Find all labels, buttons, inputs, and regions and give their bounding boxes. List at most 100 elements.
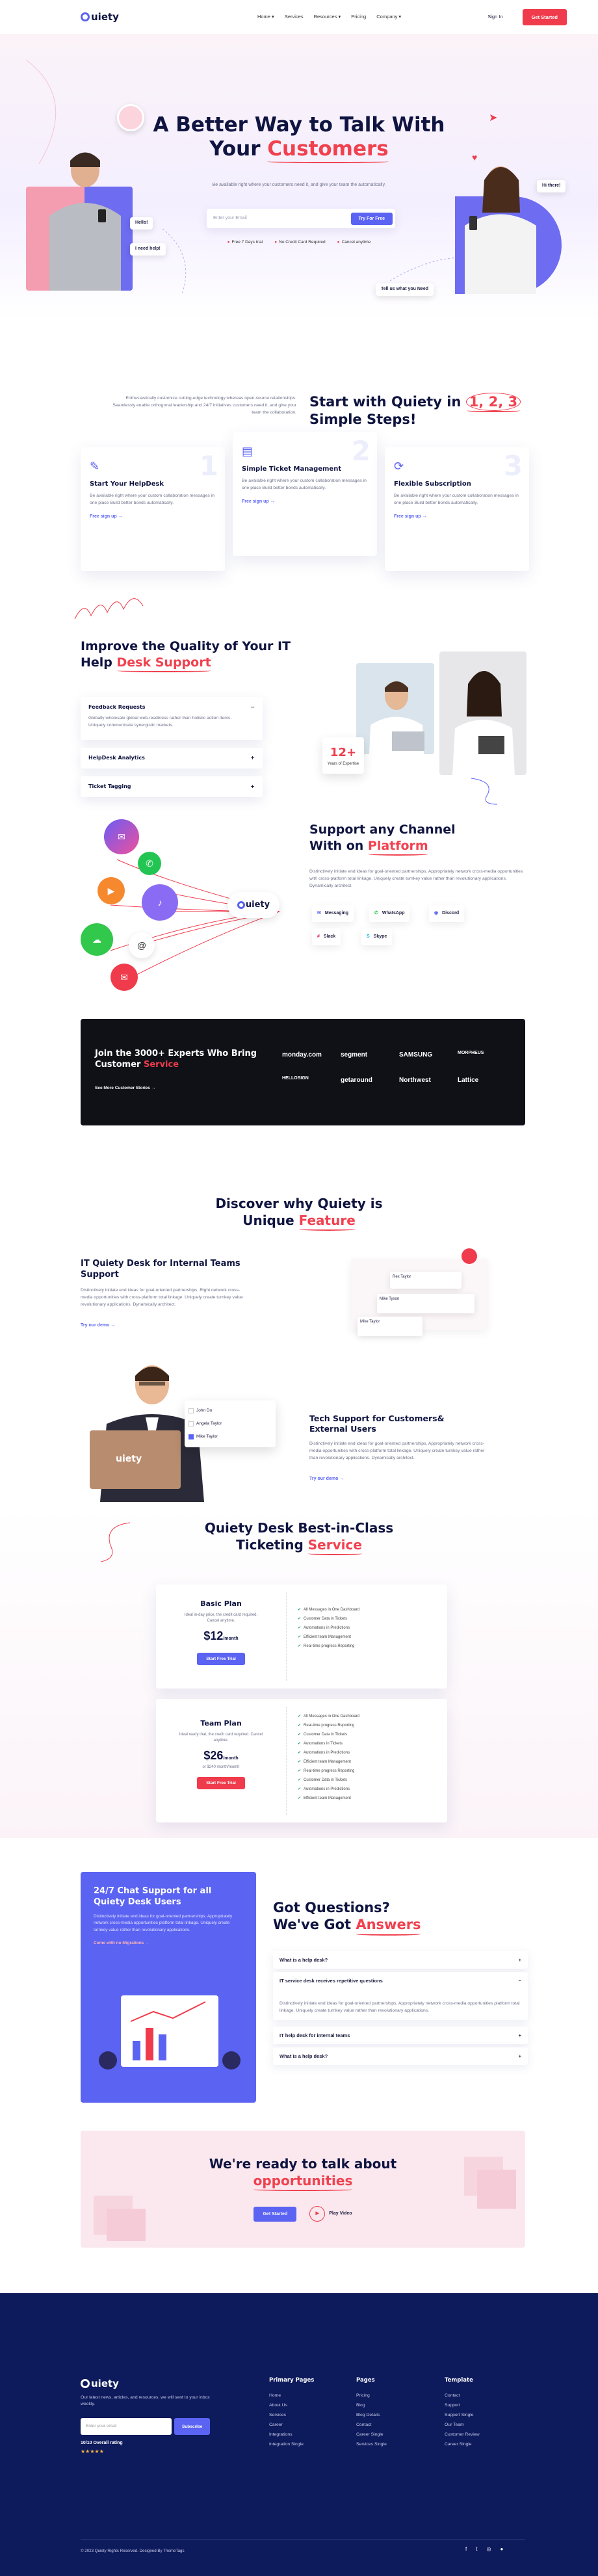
footer-link[interactable]: Career Single [445, 2440, 480, 2450]
play-video-button[interactable]: ▶ Play Video [309, 2206, 352, 2222]
github-icon[interactable]: ● [500, 2545, 503, 2553]
footer-link[interactable]: Pricing [356, 2391, 387, 2401]
nav-company[interactable]: Company ▾ [376, 13, 401, 20]
experts-link[interactable]: See More Customer Stories → [95, 1085, 155, 1092]
footer-email-input[interactable]: Enter your email [81, 2418, 172, 2435]
footer-link[interactable]: Career Single [356, 2430, 387, 2440]
list-item: Mike Taylor [188, 1430, 272, 1443]
logo-text: uiety [91, 10, 119, 23]
plus-icon[interactable]: + [519, 2053, 521, 2060]
nav-resources[interactable]: Resources ▾ [314, 13, 341, 20]
footer-copyright: © 2023 Quiety Rights Reserved. Designed … [81, 2549, 185, 2553]
start-trial-button[interactable]: Start Free Trial [197, 1777, 245, 1790]
start-trial-button[interactable]: Start Free Trial [197, 1652, 245, 1665]
nav-pricing[interactable]: Pricing [351, 13, 366, 20]
check-icon: ✔ [298, 1607, 302, 1612]
footer-link[interactable]: Integrations [269, 2430, 314, 2440]
email-at-icon: @ [129, 932, 155, 958]
support-link[interactable]: Come with no Migrations → [94, 1940, 243, 1947]
feature1-link[interactable]: Try our demo → [81, 1322, 115, 1330]
faq-item-open[interactable]: IT service desk receives repetitive ques… [273, 1972, 528, 2020]
accordion-feedback[interactable]: Feedback Requests − Globally wholesale gl… [81, 697, 263, 740]
hero-email-input[interactable]: Enter your Email [213, 215, 247, 222]
footer-link[interactable]: Support Single [445, 2411, 480, 2421]
channel-slack[interactable]: # Slack [312, 928, 341, 945]
analytics-illustration [99, 1995, 240, 2070]
dribbble-icon[interactable]: ◎ [486, 2545, 491, 2553]
cta-get-started-button[interactable]: Get Started [254, 2206, 297, 2222]
channel-messaging[interactable]: ✉ Messaging [312, 905, 354, 922]
logo-lattice: Lattice [458, 1077, 479, 1084]
plan-desc: Ideal ready that, the credit card requir… [179, 1732, 263, 1743]
plan-card-basic: Basic Plan Ideal in-day price, the credi… [156, 1584, 447, 1689]
feature-item: ✔ Real-time progress Reporting [298, 1768, 355, 1773]
step-link[interactable]: Free sign up → [242, 499, 368, 506]
check-icon: ✔ [298, 1625, 302, 1630]
messenger-icon: ✉ [104, 819, 139, 854]
check-icon: ✔ [298, 1732, 302, 1737]
steps-title: Start with Quiety in 1, 2, 3 Simple Steps… [309, 393, 521, 428]
header-actions: Sign In Get Started [488, 8, 567, 25]
feature2-title: Tech Support for Customers& External Use… [309, 1413, 445, 1434]
step-number: 3 [503, 450, 523, 482]
channel-hub-logo: uiety [228, 892, 280, 918]
plus-icon[interactable]: + [519, 1956, 521, 1964]
faq-item[interactable]: What is a help desk? + [273, 2047, 528, 2066]
footer-link[interactable]: Career [269, 2421, 314, 2430]
plan-name: Team Plan [200, 1719, 242, 1728]
try-free-button[interactable]: Try For Free [350, 212, 393, 225]
plus-icon[interactable]: + [250, 783, 255, 791]
footer-link[interactable]: Contact [356, 2421, 387, 2430]
plan-price: $12/month [203, 1629, 239, 1642]
nav-home[interactable]: Home ▾ [257, 13, 274, 20]
whatsapp-small-icon: ✆ [374, 910, 378, 915]
step-link[interactable]: Free sign up → [90, 514, 216, 521]
footer-link[interactable]: Home [269, 2391, 314, 2401]
footer-link[interactable]: Services [269, 2411, 314, 2421]
footer-link[interactable]: Contact [445, 2391, 480, 2401]
feature2-link[interactable]: Try our demo → [309, 1476, 344, 1483]
feature1-text: Distinctively initiate end ideas for goa… [81, 1288, 243, 1307]
logo-segment: segment [341, 1051, 368, 1058]
faq-item[interactable]: IT help desk for internal teams + [273, 2027, 528, 2045]
footer-link[interactable]: Support [445, 2401, 480, 2411]
footer-link[interactable]: Services Single [356, 2440, 387, 2450]
minus-icon[interactable]: − [250, 703, 255, 711]
footer-logo[interactable]: uiety [81, 2376, 119, 2391]
minus-icon[interactable]: − [519, 1977, 521, 1984]
accordion-tagging[interactable]: Ticket Tagging + [81, 776, 263, 797]
signin-link[interactable]: Sign In [488, 13, 502, 20]
nav-services[interactable]: Services [285, 13, 304, 20]
bubble-hi-there: Hi there! [537, 180, 566, 192]
channel-whatsapp[interactable]: ✆ WhatsApp [369, 905, 410, 922]
footer-link[interactable]: About Us [269, 2401, 314, 2411]
footer-link[interactable]: Integration Single [269, 2440, 314, 2450]
channel-skype[interactable]: S Skype [361, 928, 393, 945]
step-link[interactable]: Free sign up → [394, 514, 520, 521]
check-icon: ● [227, 240, 230, 244]
laptop-logo: uiety [116, 1454, 142, 1464]
faq-item[interactable]: What is a help desk? + [273, 1951, 528, 1969]
footer-link[interactable]: Customer Review [445, 2430, 480, 2440]
footer-link[interactable]: Blog Details [356, 2411, 387, 2421]
accordion-analytics[interactable]: HelpDesk Analytics + [81, 748, 263, 769]
check-item: ● No Credit Card Required [274, 240, 326, 244]
mock-row: Mike Tyson [377, 1294, 474, 1313]
plus-icon[interactable]: + [250, 754, 255, 762]
twitter-icon[interactable]: t [476, 2545, 477, 2553]
footer-col-template: Template Contact Support Support Single … [445, 2376, 480, 2449]
footer-col-title: Template [445, 2377, 473, 2384]
get-started-button[interactable]: Get Started [522, 8, 567, 25]
plus-icon[interactable]: + [519, 2032, 521, 2039]
facebook-icon[interactable]: f [465, 2545, 467, 2553]
loop-decor [471, 778, 498, 805]
footer-link[interactable]: Blog [356, 2401, 387, 2411]
feature-item: ✔ Automations in Tickets [298, 1741, 343, 1746]
footer-link[interactable]: Our Team [445, 2421, 480, 2430]
subscribe-button[interactable]: Subscribe [174, 2418, 211, 2435]
accordion-text: Globally wholesale global web-readiness … [88, 716, 232, 728]
brand-logo[interactable]: uiety [81, 10, 119, 25]
step-card-1: 1 ✎ Start Your HelpDesk Be available rig… [81, 447, 225, 571]
hero-title-accent: Customers [267, 137, 389, 164]
channel-discord[interactable]: ◉ Discord [429, 905, 465, 922]
